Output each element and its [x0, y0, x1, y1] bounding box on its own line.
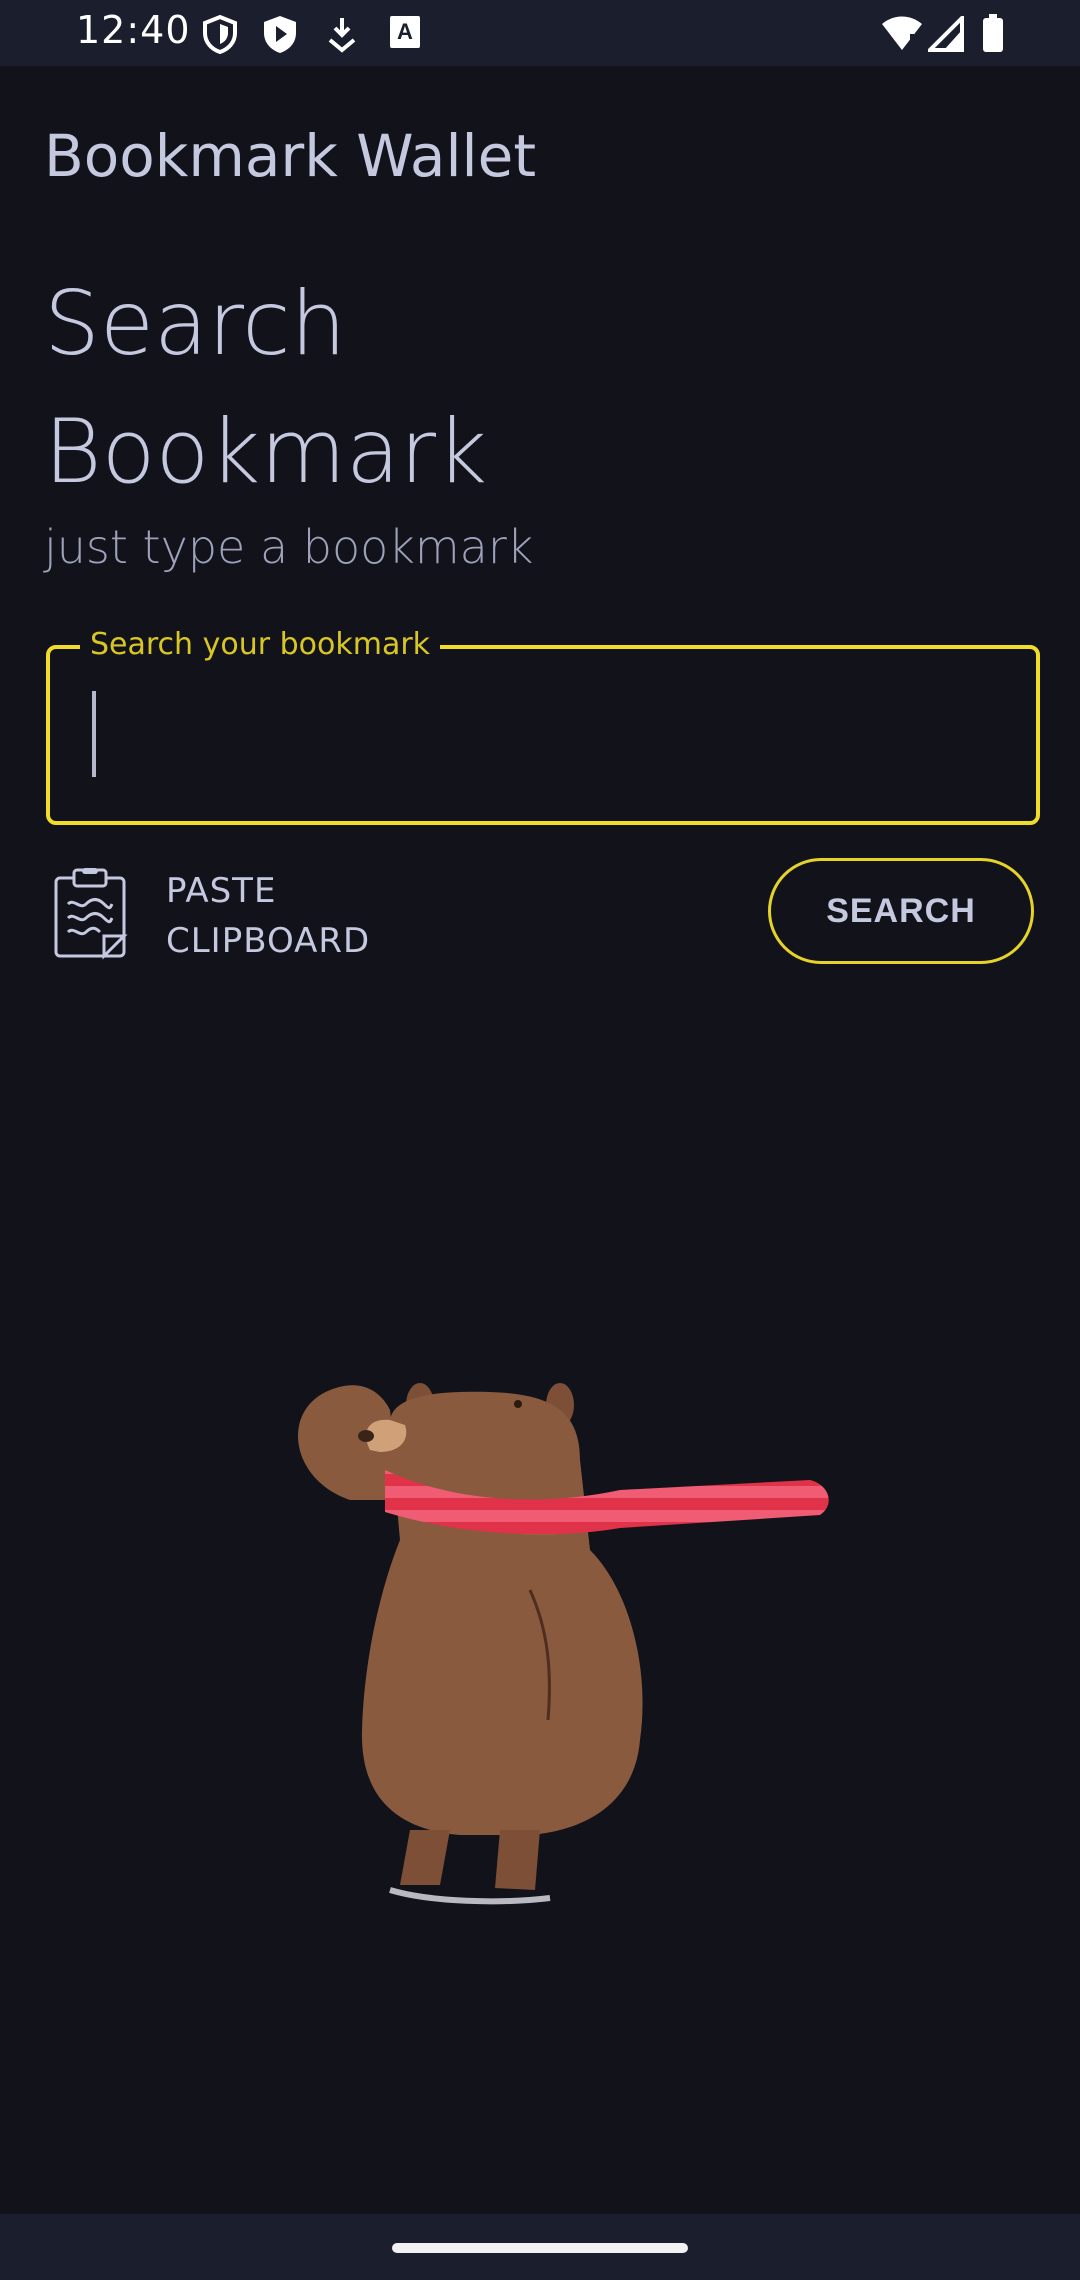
app-title: Bookmark Wallet — [44, 122, 537, 190]
status-time: 12:40 — [76, 8, 191, 52]
wifi-icon — [882, 16, 922, 50]
signal-icon — [928, 16, 964, 52]
search-field-label: Search your bookmark — [80, 627, 441, 662]
page-subtitle: just type a bookmark — [44, 520, 534, 574]
page-heading-line2: Bookmark — [44, 400, 488, 503]
download-icon — [328, 18, 356, 53]
keyboard-a-icon: A — [390, 16, 420, 48]
app-screen: 12:40 A Bookmark Wallet Search Bookmark … — [0, 0, 1080, 2280]
shield-icon — [203, 14, 237, 54]
bear-illustration — [297, 1383, 829, 1905]
paste-label-line1: PASTE — [166, 871, 277, 911]
search-field[interactable]: Search your bookmark — [46, 627, 1040, 825]
status-bar: 12:40 A — [0, 0, 1080, 66]
paste-label-line2: CLIPBOARD — [166, 921, 371, 961]
play-protect-icon — [264, 16, 296, 53]
clipboard-icon — [54, 868, 128, 960]
search-input[interactable] — [90, 683, 994, 785]
paste-clipboard-button[interactable]: PASTE CLIPBOARD — [52, 860, 392, 970]
page-heading-line1: Search — [44, 272, 347, 375]
battery-icon — [983, 14, 1003, 52]
paste-clipboard-label: PASTE CLIPBOARD — [166, 866, 406, 966]
home-gesture-handle[interactable] — [392, 2243, 688, 2253]
text-cursor — [92, 691, 96, 777]
svg-text:A: A — [397, 19, 413, 44]
search-button[interactable]: SEARCH — [768, 858, 1034, 964]
